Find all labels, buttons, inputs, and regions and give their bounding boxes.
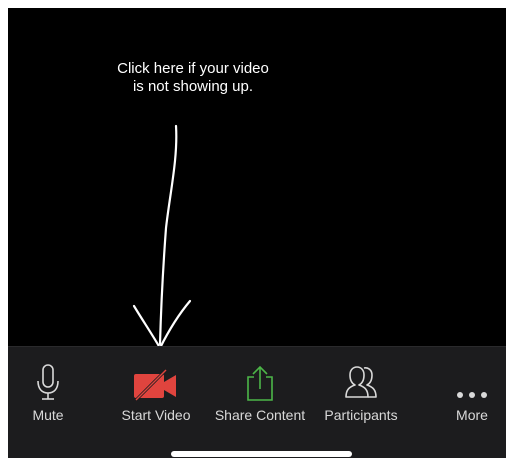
meeting-toolbar: Mute Start Video Share Content Participa…	[8, 346, 506, 458]
more-icon	[455, 359, 489, 403]
share-content-label: Share Content	[214, 407, 306, 423]
share-content-button[interactable]: Share Content	[208, 347, 312, 425]
participants-button[interactable]: Participants	[314, 347, 408, 425]
start-video-label: Start Video	[121, 407, 191, 423]
start-video-button[interactable]: Start Video	[112, 347, 200, 425]
home-indicator[interactable]	[171, 451, 352, 457]
participants-label: Participants	[324, 407, 398, 423]
video-off-icon	[132, 359, 180, 403]
mute-button[interactable]: Mute	[22, 347, 74, 425]
annotation-line-2: is not showing up.	[132, 78, 254, 95]
annotation-text: Click here if your video is not showing …	[68, 60, 318, 96]
more-button[interactable]: More	[446, 347, 498, 425]
participants-icon	[340, 359, 382, 403]
mute-label: Mute	[32, 407, 64, 423]
hand-drawn-arrow-icon	[132, 124, 192, 350]
meeting-screen: Click here if your video is not showing …	[8, 8, 506, 458]
microphone-icon	[35, 359, 61, 403]
more-label: More	[456, 407, 488, 423]
share-icon	[240, 359, 280, 403]
annotation-line-1: Click here if your video	[117, 60, 269, 77]
